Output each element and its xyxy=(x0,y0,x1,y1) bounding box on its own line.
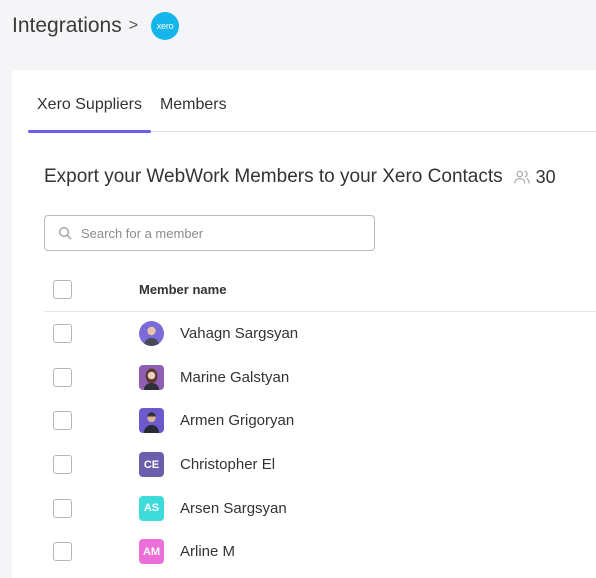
chevron-right-icon: > xyxy=(128,17,139,34)
members-table: Member name Vahagn Sargsyan Marine Galst… xyxy=(44,268,596,574)
avatar: AM xyxy=(139,539,164,565)
table-row: AS Arsen Sargsyan xyxy=(44,486,596,530)
member-name: Vahagn Sargsyan xyxy=(180,325,299,343)
table-row: Marine Galstyan xyxy=(44,356,596,400)
users-icon xyxy=(513,170,530,184)
avatar xyxy=(139,408,164,434)
member-name: Marine Galstyan xyxy=(180,368,290,386)
column-header-member-name: Member name xyxy=(139,282,227,297)
row-checkbox[interactable] xyxy=(53,411,72,431)
table-row: Vahagn Sargsyan xyxy=(44,312,596,356)
table-header: Member name xyxy=(44,268,596,312)
section-title: Export your WebWork Members to your Xero… xyxy=(44,166,503,187)
select-all-checkbox[interactable] xyxy=(53,280,72,299)
avatar: AS xyxy=(139,495,164,521)
avatar xyxy=(139,321,164,347)
row-checkbox[interactable] xyxy=(53,324,72,344)
avatar xyxy=(139,364,164,390)
section-heading: Export your WebWork Members to your Xero… xyxy=(44,166,556,188)
tab-members[interactable]: Members xyxy=(151,94,236,132)
table-row: Armen Grigoryan xyxy=(44,399,596,443)
member-name: Arline M xyxy=(180,543,236,561)
search-icon xyxy=(59,227,72,240)
row-checkbox[interactable] xyxy=(53,455,72,475)
table-row: CE Christopher El xyxy=(44,443,596,487)
member-count: 30 xyxy=(513,167,556,188)
breadcrumb: Integrations > xero xyxy=(12,10,180,42)
table-row: AM Arline M xyxy=(44,530,596,574)
member-name: Arsen Sargsyan xyxy=(180,499,287,517)
member-count-value: 30 xyxy=(535,166,556,187)
avatar: CE xyxy=(139,452,164,478)
row-checkbox[interactable] xyxy=(53,542,72,562)
breadcrumb-integrations-link[interactable]: Integrations xyxy=(12,14,122,38)
search-box[interactable] xyxy=(44,215,375,251)
tab-xero-suppliers[interactable]: Xero Suppliers xyxy=(28,94,151,133)
row-checkbox[interactable] xyxy=(53,367,72,387)
member-name: Christopher El xyxy=(180,456,276,474)
xero-logo: xero xyxy=(151,12,180,40)
search-input[interactable] xyxy=(81,225,341,241)
integration-card: Xero Suppliers Members Export your WebWo… xyxy=(12,70,596,578)
member-name: Armen Grigoryan xyxy=(180,412,295,430)
row-checkbox[interactable] xyxy=(53,498,72,518)
tab-bar: Xero Suppliers Members xyxy=(28,94,596,133)
